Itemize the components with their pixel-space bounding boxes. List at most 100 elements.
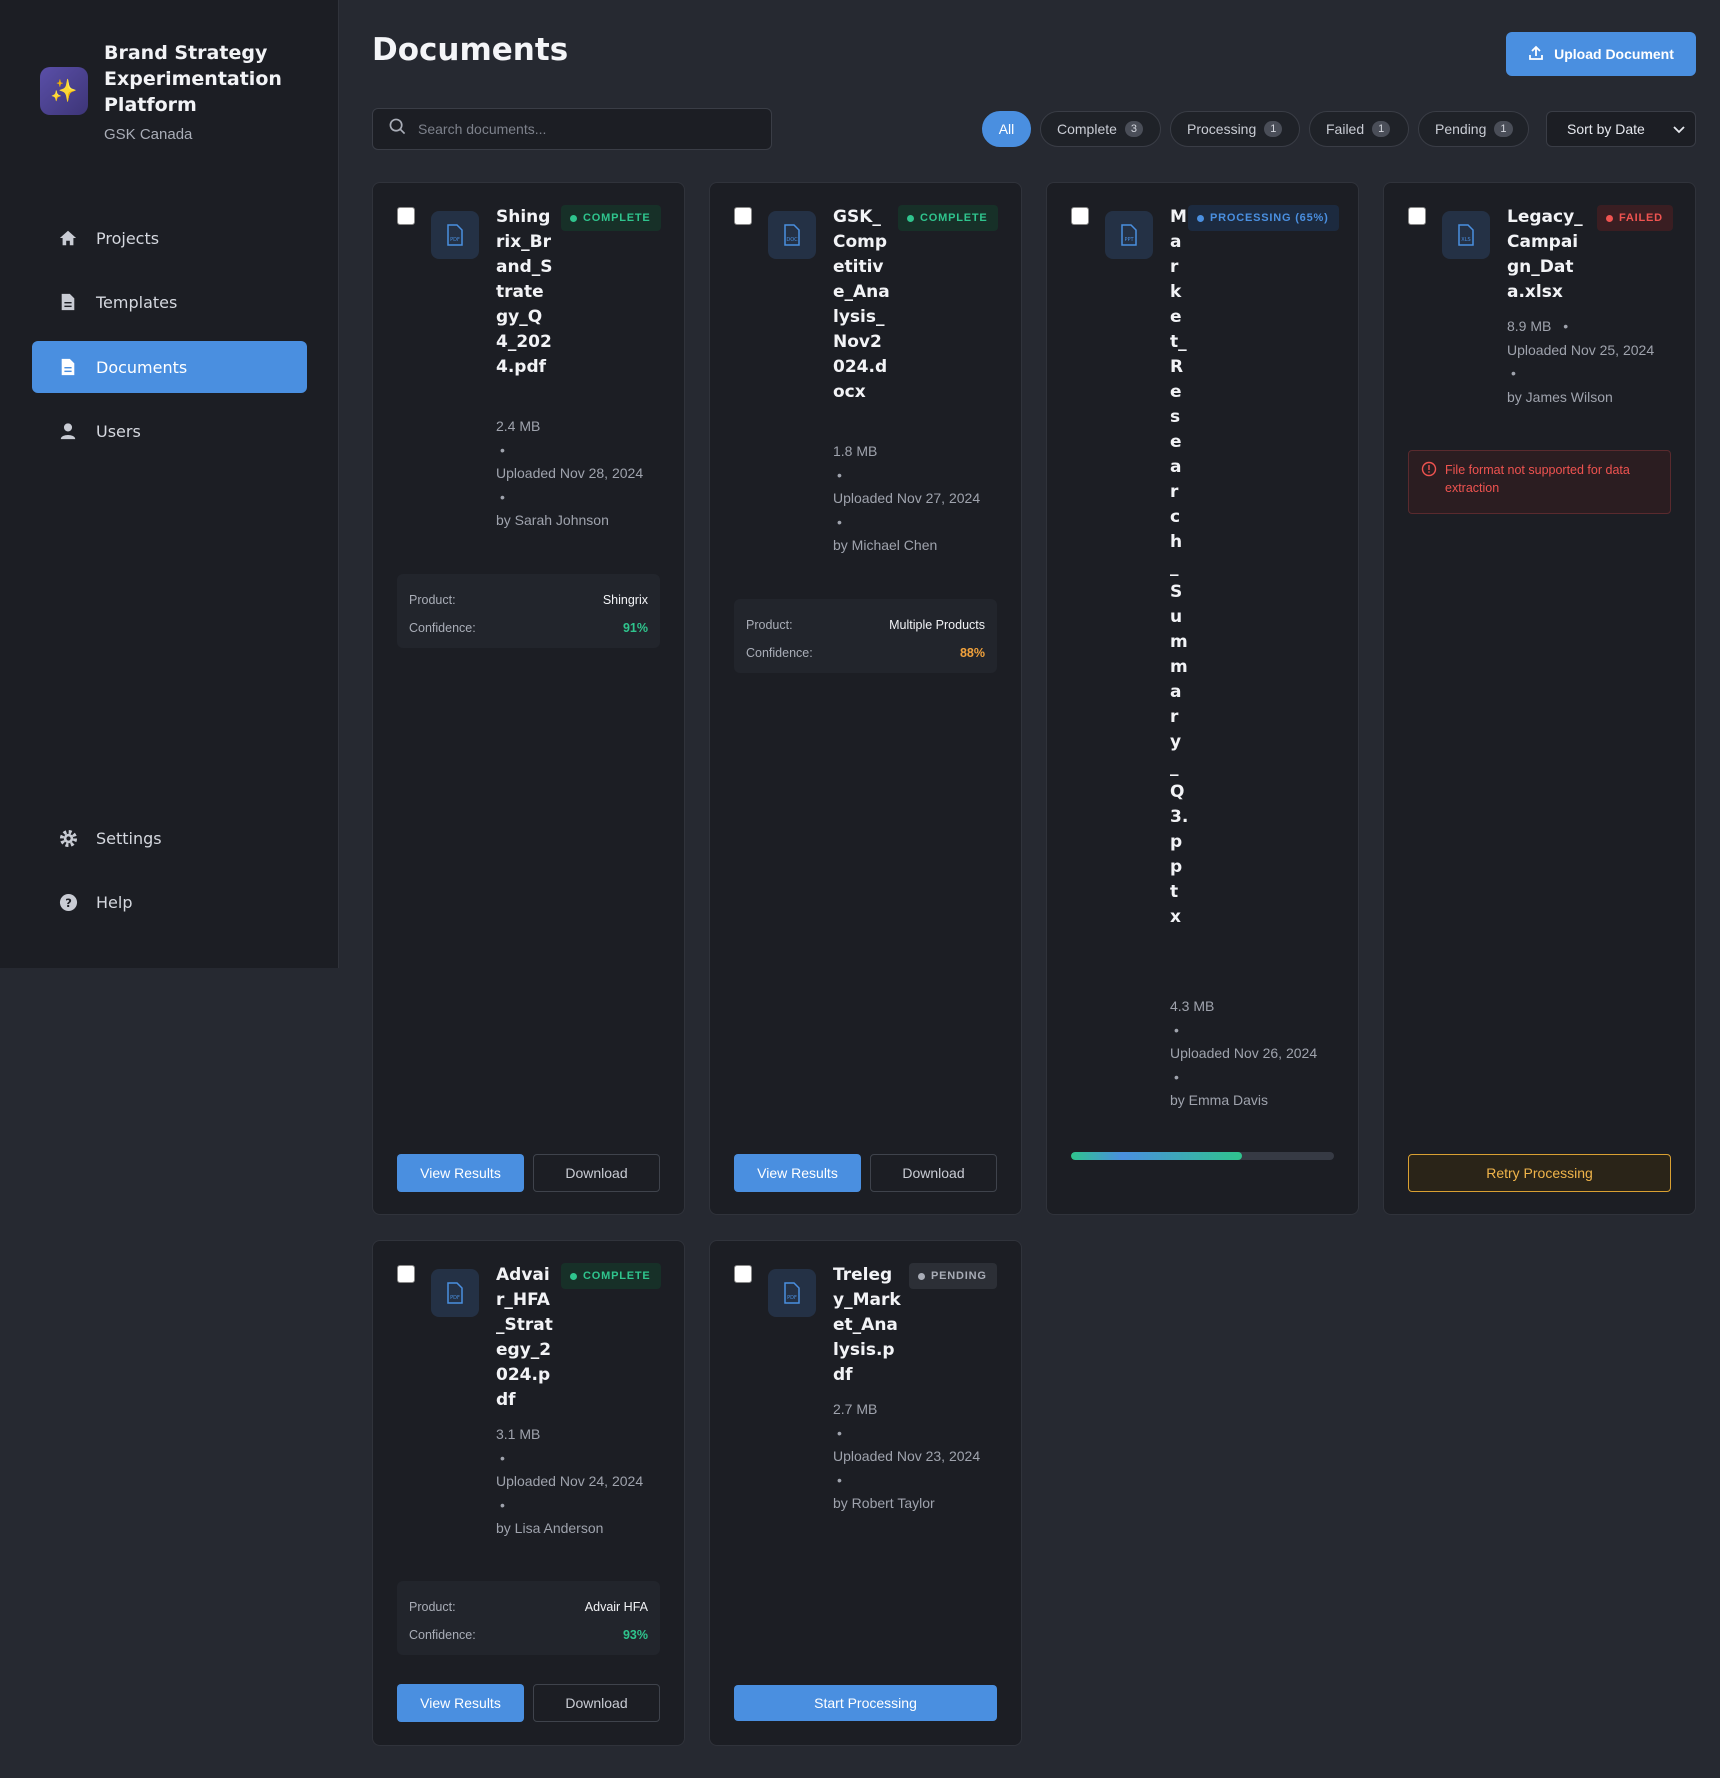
chevron-down-icon bbox=[1673, 121, 1685, 137]
file-size: 8.9 MB bbox=[1507, 318, 1552, 334]
status-text: PENDING bbox=[931, 1270, 987, 1282]
select-checkbox[interactable] bbox=[397, 1265, 415, 1283]
sort-select[interactable]: Sort by Date bbox=[1546, 111, 1696, 147]
file-name: GSK_Competitive_Analysis_Nov2024.docx bbox=[833, 207, 890, 402]
meta-separator: • bbox=[837, 513, 842, 530]
confidence-label: Confidence: bbox=[409, 621, 476, 635]
product-label: Product: bbox=[746, 618, 793, 632]
sidebar-item-settings[interactable]: Settings bbox=[32, 812, 307, 864]
brand-subtitle: GSK Canada bbox=[104, 126, 193, 143]
file-size: 4.3 MB bbox=[1170, 998, 1215, 1014]
extraction-info: Product: Shingrix Confidence: 91% bbox=[397, 574, 660, 648]
confidence-label: Confidence: bbox=[409, 1628, 476, 1642]
select-checkbox[interactable] bbox=[1408, 207, 1426, 225]
document-card: DOC GSK_Competitive_Analysis_Nov2024.doc… bbox=[709, 182, 1022, 1215]
sidebar-item-projects[interactable]: Projects bbox=[32, 212, 307, 264]
svg-text:XLS: XLS bbox=[1461, 237, 1470, 243]
file-size: 3.1 MB bbox=[496, 1426, 541, 1442]
upload-date: Uploaded Nov 24, 2024 bbox=[496, 1473, 644, 1489]
uploader: by James Wilson bbox=[1507, 388, 1613, 405]
document-card: XLS Legacy_Campaign_Data.xlsx FAILED 8.9… bbox=[1383, 182, 1696, 1215]
brand: ✨ Brand Strategy Experimentation Platfor… bbox=[40, 40, 304, 143]
document-card: PDF Advair_HFA_Strategy_2024.pdf COMPLET… bbox=[372, 1240, 685, 1746]
sidebar-item-label: Documents bbox=[96, 357, 188, 377]
document-icon bbox=[58, 357, 78, 377]
filter-failed[interactable]: Failed 1 bbox=[1309, 111, 1409, 147]
download-button[interactable]: Download bbox=[870, 1154, 997, 1192]
meta-separator: • bbox=[837, 1424, 842, 1441]
product-value: Multiple Products bbox=[889, 618, 985, 632]
filter-label: Failed bbox=[1326, 121, 1365, 137]
status-text: COMPLETE bbox=[583, 212, 651, 224]
view-results-button[interactable]: View Results bbox=[397, 1684, 524, 1722]
sidebar-item-label: Settings bbox=[96, 828, 162, 848]
search-input[interactable] bbox=[418, 121, 748, 137]
status-badge: PROCESSING (65%) bbox=[1188, 205, 1339, 231]
document-card: PPT Market_Research_Summary_Q3.pptx PROC… bbox=[1046, 182, 1359, 1215]
sidebar-item-help[interactable]: ? Help bbox=[32, 876, 307, 928]
select-checkbox[interactable] bbox=[397, 207, 415, 225]
meta-separator: • bbox=[837, 1471, 842, 1488]
sidebar-item-documents[interactable]: Documents bbox=[32, 341, 307, 393]
confidence-value: 88% bbox=[959, 646, 985, 660]
sidebar-item-templates[interactable]: Templates bbox=[32, 276, 307, 328]
extraction-info: Product: Advair HFA Confidence: 93% bbox=[397, 1581, 660, 1655]
file-name: Trelegy_Market_Analysis.pdf bbox=[833, 1265, 901, 1385]
file-icon bbox=[58, 292, 78, 312]
sidebar: ✨ Brand Strategy Experimentation Platfor… bbox=[0, 0, 339, 968]
document-card: PDF Trelegy_Market_Analysis.pdf PENDING … bbox=[709, 1240, 1022, 1746]
view-results-button[interactable]: View Results bbox=[397, 1154, 524, 1192]
search-icon bbox=[389, 118, 406, 140]
status-badge: COMPLETE bbox=[898, 205, 998, 231]
progress-bar bbox=[1071, 1152, 1334, 1160]
upload-document-button[interactable]: Upload Document bbox=[1506, 32, 1696, 76]
confidence-value: 91% bbox=[622, 621, 648, 635]
sidebar-item-users[interactable]: Users bbox=[32, 405, 307, 457]
select-checkbox[interactable] bbox=[734, 1265, 752, 1283]
file-size: 2.7 MB bbox=[833, 1401, 878, 1417]
sidebar-item-label: Templates bbox=[96, 292, 178, 312]
status-badge: COMPLETE bbox=[561, 1263, 661, 1289]
uploader: by Michael Chen bbox=[833, 537, 938, 553]
uploader: by Sarah Johnson bbox=[496, 512, 609, 528]
doc-file-icon: DOC bbox=[768, 211, 816, 259]
file-name: Market_Research_Summary_Q3.pptx bbox=[1170, 207, 1189, 927]
select-checkbox[interactable] bbox=[1071, 207, 1089, 225]
retry-processing-button[interactable]: Retry Processing bbox=[1408, 1154, 1671, 1192]
ppt-file-icon: PPT bbox=[1105, 211, 1153, 259]
uploader: by Robert Taylor bbox=[833, 1495, 935, 1511]
sidebar-item-label: Help bbox=[96, 892, 133, 912]
select-checkbox[interactable] bbox=[734, 207, 752, 225]
status-badge: COMPLETE bbox=[561, 205, 661, 231]
view-results-button[interactable]: View Results bbox=[734, 1154, 861, 1192]
start-processing-button[interactable]: Start Processing bbox=[734, 1685, 997, 1721]
filter-all[interactable]: All bbox=[982, 111, 1031, 147]
xls-file-icon: XLS bbox=[1442, 211, 1490, 259]
filter-label: Complete bbox=[1057, 121, 1117, 137]
upload-icon bbox=[1528, 45, 1544, 64]
filter-pending[interactable]: Pending 1 bbox=[1418, 111, 1529, 147]
meta-separator: • bbox=[500, 488, 505, 505]
filter-processing[interactable]: Processing 1 bbox=[1170, 111, 1300, 147]
pdf-file-icon: PDF bbox=[431, 1269, 479, 1317]
status-badge: FAILED bbox=[1597, 205, 1673, 231]
download-button[interactable]: Download bbox=[533, 1154, 660, 1192]
filter-label: All bbox=[998, 121, 1015, 137]
product-label: Product: bbox=[409, 1600, 456, 1614]
uploader: by Lisa Anderson bbox=[496, 1520, 604, 1536]
filter-complete[interactable]: Complete 3 bbox=[1040, 111, 1161, 147]
filter-count: 1 bbox=[1494, 121, 1513, 137]
status-text: PROCESSING (65%) bbox=[1210, 212, 1329, 224]
error-text: File format not supported for data extra… bbox=[1445, 463, 1630, 495]
confidence-label: Confidence: bbox=[746, 646, 813, 660]
filter-count: 1 bbox=[1372, 121, 1391, 137]
status-text: COMPLETE bbox=[920, 212, 988, 224]
extraction-info: Product: Multiple Products Confidence: 88% bbox=[734, 599, 997, 673]
filter-label: Pending bbox=[1435, 121, 1487, 137]
uploader: by Emma Davis bbox=[1170, 1092, 1269, 1108]
filter-label: Processing bbox=[1187, 121, 1257, 137]
pdf-file-icon: PDF bbox=[431, 211, 479, 259]
status-text: FAILED bbox=[1619, 212, 1663, 224]
upload-date: Uploaded Nov 25, 2024 bbox=[1507, 341, 1655, 358]
download-button[interactable]: Download bbox=[533, 1684, 660, 1722]
